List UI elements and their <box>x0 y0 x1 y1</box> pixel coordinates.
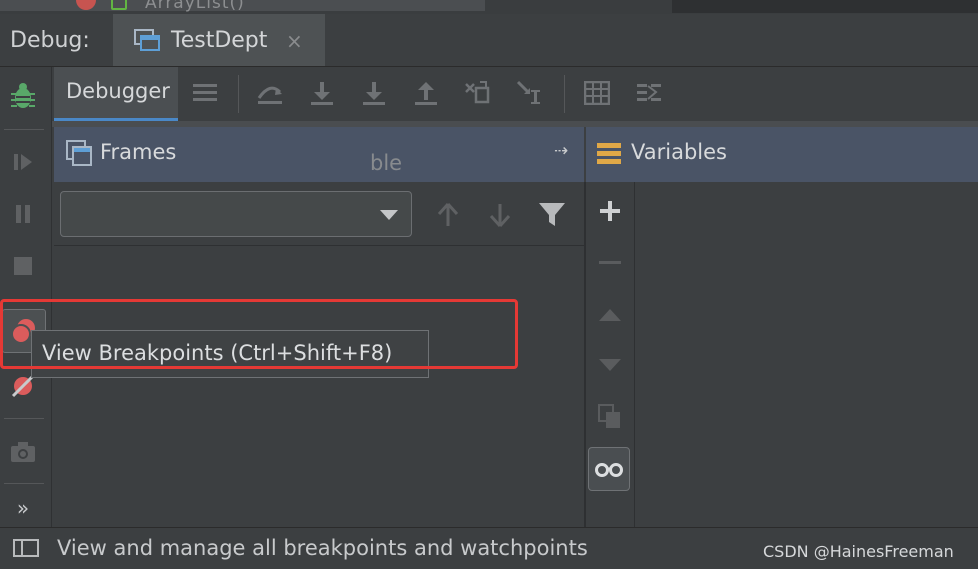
chevron-down-icon <box>380 210 398 220</box>
debug-session-tab[interactable]: TestDept × <box>113 14 325 66</box>
run-to-cursor-icon[interactable] <box>512 75 548 111</box>
variables-title: Variables <box>631 140 727 164</box>
variables-toolbar <box>586 182 635 527</box>
variables-area <box>635 182 978 527</box>
show-watches-button[interactable] <box>588 447 630 491</box>
pause-icon[interactable] <box>0 191 46 237</box>
frames-empty-text: ble <box>370 151 403 175</box>
frames-header: Frames ⇢ <box>54 127 584 182</box>
arrow-down-icon[interactable] <box>488 202 512 232</box>
status-bar: View and manage all breakpoints and watc… <box>0 527 978 569</box>
evaluate-expression-icon[interactable] <box>579 75 615 111</box>
debug-session-title: TestDept <box>171 28 268 53</box>
debug-tool-window-bar: Debug: TestDept × <box>0 14 978 67</box>
sidebar-divider <box>4 418 44 419</box>
thread-selector[interactable] <box>60 191 412 237</box>
toolbar-divider <box>238 75 239 113</box>
add-watch-icon[interactable] <box>586 188 634 234</box>
debugger-toolbar: Debugger <box>52 67 978 121</box>
glasses-icon <box>595 463 623 477</box>
camera-icon[interactable] <box>0 429 46 475</box>
close-icon[interactable]: × <box>286 29 303 53</box>
frames-icon <box>66 140 92 166</box>
class-icon <box>111 0 127 10</box>
filter-icon[interactable] <box>538 202 566 232</box>
debug-left-toolbar: » <box>0 67 52 527</box>
move-up-icon[interactable] <box>586 292 634 338</box>
arrow-up-icon[interactable] <box>436 202 460 232</box>
bug-icon[interactable] <box>0 73 46 119</box>
console-window-icon <box>134 29 160 51</box>
frames-title: Frames <box>100 140 177 164</box>
step-over-icon[interactable] <box>304 75 340 111</box>
step-into-icon[interactable] <box>356 75 392 111</box>
watermark: CSDN @HainesFreeman <box>763 542 954 561</box>
remove-watch-icon[interactable] <box>586 240 634 286</box>
layout-menu-icon[interactable] <box>187 75 223 111</box>
resume-icon[interactable] <box>0 139 46 185</box>
sidebar-divider <box>4 483 44 484</box>
editor-tab-dark-area <box>672 0 978 13</box>
sidebar-divider <box>4 129 44 130</box>
highlight-box <box>0 299 518 369</box>
toolbar-divider <box>564 75 565 113</box>
tab-debugger[interactable]: Debugger <box>54 67 178 121</box>
trace-streams-icon[interactable] <box>631 75 667 111</box>
frames-divider <box>54 245 584 246</box>
debug-label: Debug: <box>10 28 90 53</box>
stop-icon[interactable] <box>0 243 46 289</box>
drop-frame-icon[interactable] <box>460 75 496 111</box>
show-execution-point-icon[interactable] <box>252 75 288 111</box>
tool-window-toggle-icon[interactable] <box>13 539 39 557</box>
more-actions-icon[interactable]: » <box>0 485 46 531</box>
move-down-icon[interactable] <box>586 342 634 388</box>
step-out-icon[interactable] <box>408 75 444 111</box>
status-text: View and manage all breakpoints and watc… <box>57 536 588 560</box>
variables-icon <box>597 143 621 164</box>
editor-tab-strip: ArrayList() <box>0 0 978 14</box>
pin-icon[interactable]: ⇢ <box>554 141 568 161</box>
copy-icon[interactable] <box>586 394 634 440</box>
tab-debugger-label: Debugger <box>66 79 170 103</box>
variables-header: Variables <box>586 127 978 182</box>
editor-tab-text[interactable]: ArrayList() <box>145 0 245 13</box>
